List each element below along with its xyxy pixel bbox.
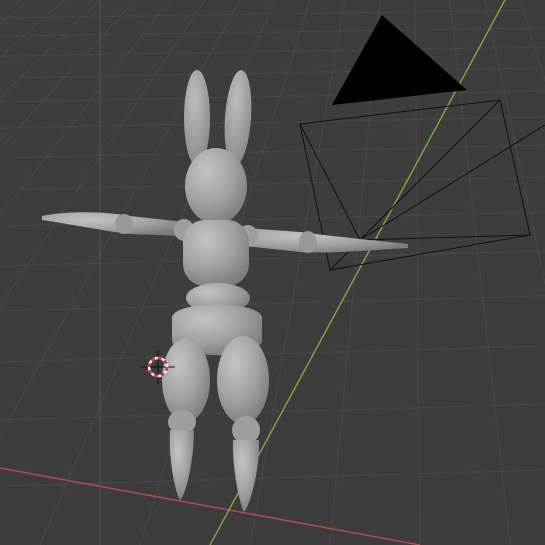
right-elbow [299, 231, 317, 253]
viewport-canvas[interactable] [0, 0, 545, 545]
camera-up-triangle [332, 15, 467, 105]
camera-object[interactable] [299, 15, 545, 271]
right-thigh [217, 336, 269, 424]
left-shin [169, 430, 194, 500]
head [185, 148, 247, 224]
chest [183, 220, 249, 286]
left-thigh [162, 338, 210, 422]
right-arm [245, 228, 408, 253]
right-shin [232, 440, 260, 512]
3d-viewport[interactable] [0, 0, 545, 545]
right-knee [232, 416, 260, 444]
left-elbow [115, 214, 133, 234]
floor-grid [0, 0, 545, 545]
